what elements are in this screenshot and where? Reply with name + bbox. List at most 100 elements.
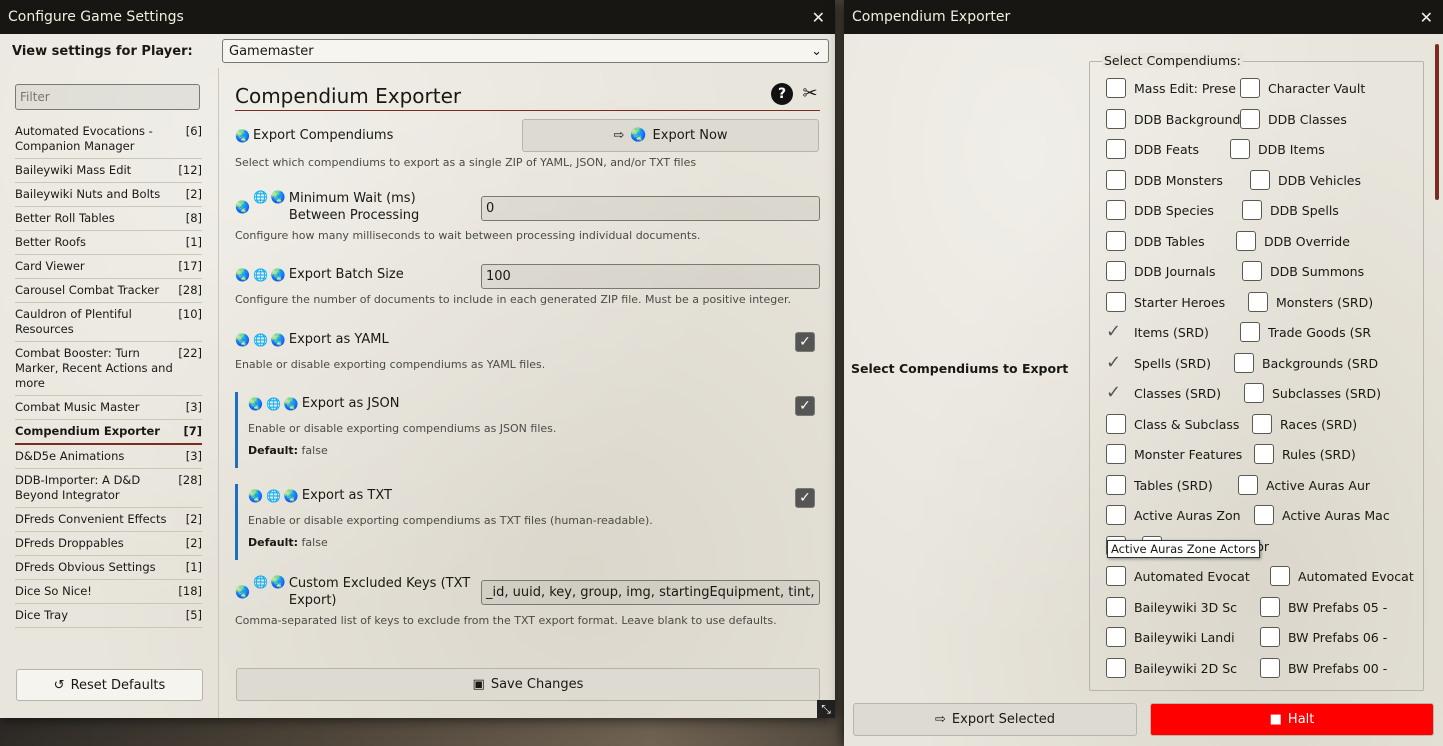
compendium-checkbox[interactable] (1106, 261, 1126, 281)
filter-input[interactable]: Filter (15, 84, 200, 110)
compendium-checkbox[interactable] (1106, 566, 1126, 586)
sidebar-item[interactable]: Compendium Exporter [7] (15, 420, 202, 445)
json-checkbox[interactable]: ✓ (795, 396, 815, 416)
compendium-checkbox[interactable] (1240, 108, 1260, 129)
txt-checkbox[interactable]: ✓ (795, 488, 815, 508)
close-icon[interactable]: ✕ (1420, 8, 1433, 27)
compendium-checkbox[interactable] (1106, 78, 1126, 98)
sidebar-item[interactable]: DFreds Convenient Effects [2] (15, 508, 202, 532)
compendium-checkbox[interactable] (1240, 322, 1260, 342)
yaml-checkbox[interactable]: ✓ (795, 332, 815, 352)
compendium-label: Trade Goods (SR (1268, 325, 1372, 340)
sidebar-item[interactable]: Combat Booster: Turn Marker, Recent Acti… (15, 342, 202, 396)
compendium-checkbox[interactable] (1248, 291, 1268, 312)
compendium-label: Monster Features (1134, 447, 1243, 462)
compendium-row: Baileywiki 2D Sc BW Prefabs 00 - (1106, 657, 1423, 680)
compendium-checkbox[interactable] (1106, 291, 1126, 312)
module-icons: ? ✂ (771, 83, 821, 105)
compendium-row: ✓ Items (SRD) Trade Goods (SR (1106, 322, 1423, 344)
compendium-label: DDB Vehicles (1278, 172, 1362, 188)
compendium-checkbox[interactable]: ✓ (1106, 383, 1126, 403)
save-changes-button[interactable]: ▣ Save Changes (236, 668, 820, 701)
sidebar-item[interactable]: Card Viewer [17] (15, 255, 202, 279)
compendium-checkbox[interactable] (1260, 627, 1280, 647)
compendium-checkbox[interactable]: ✓ (1106, 352, 1126, 373)
sidebar-item[interactable]: Cauldron of Plentiful Resources [10] (15, 303, 202, 342)
batch-size-input[interactable]: 100 (481, 264, 820, 289)
sidebar-item[interactable]: DFreds Droppables [2] (15, 532, 202, 556)
compendium-checkbox[interactable] (1106, 169, 1126, 190)
sidebar-item[interactable]: Dice So Nice! [18] (15, 580, 202, 604)
window-scrollbar[interactable] (1435, 44, 1439, 200)
excluded-keys-input[interactable]: _id, uuid, key, group, img, startingEqui… (481, 580, 820, 605)
compendium-checkbox[interactable] (1270, 566, 1290, 586)
compendium-checkbox[interactable] (1106, 627, 1126, 647)
halt-button[interactable]: ■ Halt (1150, 703, 1434, 736)
compendium-label: DDB Journals (1134, 264, 1216, 279)
compendium-label: Automated Evocat (1134, 569, 1250, 584)
compendium-fieldset[interactable]: Mass Edit: Prese Character Vault DDB Backg… (1089, 61, 1424, 691)
compendium-checkbox[interactable] (1252, 413, 1272, 434)
sidebar-item-label: D&D5e Animations (15, 449, 125, 463)
resize-handle-icon[interactable]: ⤡ (817, 700, 835, 718)
compendium-checkbox[interactable] (1254, 505, 1274, 525)
world-icon: 🌐 (265, 396, 281, 411)
help-icon[interactable]: ? (771, 83, 793, 105)
compendium-checkbox[interactable] (1250, 169, 1270, 190)
setting-hint: Select which compendiums to export as a … (235, 156, 697, 169)
compendium-checkbox[interactable]: ✓ (1106, 322, 1126, 342)
sidebar-item-count: [8] (185, 211, 202, 225)
sidebar-item[interactable]: Better Roll Tables [8] (15, 207, 202, 231)
compendium-checkbox[interactable] (1234, 352, 1254, 373)
export-selected-label: Export Selected (951, 712, 1055, 727)
compendium-checkbox[interactable] (1260, 596, 1280, 617)
compendium-checkbox[interactable] (1106, 474, 1126, 495)
compendium-checkbox[interactable] (1236, 230, 1256, 251)
compendium-checkbox[interactable] (1106, 444, 1126, 464)
globe-icon: 🌏 (248, 488, 263, 503)
globe-icon: 🌏 (235, 332, 250, 347)
sidebar-item-label: DFreds Convenient Effects (15, 512, 167, 526)
compendium-checkbox[interactable] (1230, 139, 1250, 159)
sidebar-item[interactable]: Dice Tray [5] (15, 604, 202, 628)
sidebar-item[interactable]: Baileywiki Mass Edit [12] (15, 159, 202, 183)
compendium-label: Subclasses (SRD) (1272, 386, 1381, 401)
globe-icon: 🌏 (248, 396, 263, 411)
compendium-checkbox[interactable] (1106, 505, 1126, 525)
compendium-checkbox[interactable] (1242, 261, 1262, 281)
compendium-label: DDB Species (1134, 203, 1214, 218)
compendium-checkbox[interactable] (1106, 200, 1126, 220)
compendium-checkbox[interactable] (1106, 108, 1126, 129)
close-icon[interactable]: ✕ (812, 8, 825, 27)
player-select[interactable]: Gamemaster ⌄ (222, 39, 829, 63)
compendium-checkbox[interactable] (1254, 444, 1274, 464)
export-now-button[interactable]: ⇨ 🌏 Export Now (522, 119, 819, 152)
compendium-checkbox[interactable] (1244, 383, 1264, 403)
compendium-checkbox[interactable] (1106, 657, 1126, 678)
sidebar-item-count: [28] (178, 283, 202, 297)
compendium-row: ✓ Spells (SRD) Backgrounds (SRD (1106, 352, 1423, 375)
sidebar-item[interactable]: D&D5e Animations [3] (15, 445, 202, 469)
compendium-checkbox[interactable] (1106, 230, 1126, 251)
reset-defaults-button[interactable]: ↺ Reset Defaults (16, 669, 203, 701)
settings-window-header[interactable]: Configure Game Settings ✕ (0, 0, 835, 34)
sidebar-item[interactable]: Combat Music Master [3] (15, 396, 202, 420)
sidebar-item[interactable]: Carousel Combat Tracker [28] (15, 279, 202, 303)
compendium-checkbox[interactable] (1260, 657, 1280, 678)
sidebar-item[interactable]: Baileywiki Nuts and Bolts [2] (15, 183, 202, 207)
compendium-checkbox[interactable] (1242, 200, 1262, 220)
sidebar-item[interactable]: Better Roofs [1] (15, 231, 202, 255)
compendium-checkbox[interactable] (1240, 78, 1260, 98)
sidebar-item[interactable]: DDB-Importer: A D&D Beyond Integrator [28… (15, 469, 202, 508)
export-selected-button[interactable]: ⇨ Export Selected (853, 703, 1137, 736)
tools-icon[interactable]: ✂ (799, 83, 821, 105)
compendium-checkbox[interactable] (1238, 474, 1258, 495)
sidebar-item[interactable]: Automated Evocations - Companion Manager… (15, 120, 202, 159)
sidebar-item[interactable]: DFreds Obvious Settings [1] (15, 556, 202, 580)
min-wait-input[interactable]: 0 (481, 196, 820, 221)
compendium-checkbox[interactable] (1106, 596, 1126, 617)
world-icon: 🌐 (252, 332, 268, 347)
exporter-window-header[interactable]: Compendium Exporter ✕ (844, 0, 1443, 34)
compendium-checkbox[interactable] (1106, 139, 1126, 159)
compendium-checkbox[interactable] (1106, 413, 1126, 434)
